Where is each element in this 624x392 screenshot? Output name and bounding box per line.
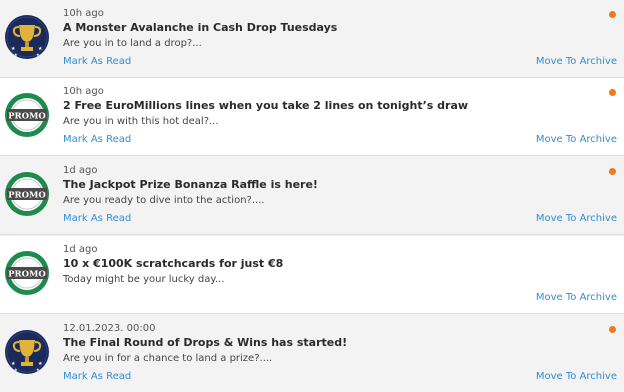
notification-title: The Final Round of Drops & Wins has star… — [63, 336, 348, 349]
notification-item[interactable]: PROMO 10h ago 2 Free EuroMillions lines … — [0, 78, 624, 156]
move-to-archive-link[interactable]: Move To Archive — [536, 56, 617, 67]
notification-item[interactable]: ★ ★ ★ ★ 12.01.2023. 00:00 The Final Roun… — [0, 315, 624, 392]
notification-time: 12.01.2023. 00:00 — [63, 323, 156, 334]
notification-item[interactable]: ★ ★ ★ ★ 10h ago A Monster Avalanche in C… — [0, 0, 624, 78]
promo-icon: PROMO — [5, 93, 49, 137]
unread-indicator — [609, 168, 616, 175]
notification-title: A Monster Avalanche in Cash Drop Tuesday… — [63, 21, 338, 34]
trophy-icon: ★ ★ ★ ★ — [5, 330, 49, 374]
notification-description: Are you in for a chance to land a prize?… — [63, 353, 273, 364]
svg-text:★: ★ — [14, 52, 18, 57]
notification-time: 10h ago — [63, 86, 104, 97]
unread-indicator — [609, 11, 616, 18]
svg-text:PROMO: PROMO — [8, 112, 46, 122]
promo-icon: PROMO — [5, 172, 49, 216]
notification-description: Are you ready to dive into the action?..… — [63, 195, 265, 206]
unread-indicator — [609, 326, 616, 333]
svg-text:PROMO: PROMO — [8, 270, 46, 280]
notification-list: ★ ★ ★ ★ 10h ago A Monster Avalanche in C… — [0, 0, 624, 392]
promo-icon: PROMO — [5, 251, 49, 295]
notification-item[interactable]: PROMO 1d ago The Jackpot Prize Bonanza R… — [0, 157, 624, 235]
trophy-icon: ★ ★ ★ ★ — [5, 15, 49, 59]
svg-text:PROMO: PROMO — [8, 191, 46, 201]
mark-as-read-link[interactable]: Mark As Read — [63, 56, 131, 67]
move-to-archive-link[interactable]: Move To Archive — [536, 371, 617, 382]
notification-description: Are you in to land a drop?... — [63, 38, 202, 49]
move-to-archive-link[interactable]: Move To Archive — [536, 292, 617, 303]
notification-title: 10 x €100K scratchcards for just €8 — [63, 257, 284, 270]
notification-title: 2 Free EuroMillions lines when you take … — [63, 99, 469, 112]
mark-as-read-link[interactable]: Mark As Read — [63, 213, 131, 224]
svg-text:★: ★ — [36, 52, 40, 57]
notification-item[interactable]: PROMO 1d ago 10 x €100K scratchcards for… — [0, 236, 624, 314]
notification-description: Today might be your lucky day... — [63, 274, 225, 285]
svg-text:★: ★ — [14, 367, 18, 372]
mark-as-read-link[interactable]: Mark As Read — [63, 134, 131, 145]
svg-text:★: ★ — [36, 367, 40, 372]
unread-indicator — [609, 89, 616, 96]
mark-as-read-link[interactable]: Mark As Read — [63, 371, 131, 382]
notification-time: 1d ago — [63, 165, 98, 176]
notification-time: 1d ago — [63, 244, 98, 255]
move-to-archive-link[interactable]: Move To Archive — [536, 213, 617, 224]
move-to-archive-link[interactable]: Move To Archive — [536, 134, 617, 145]
notification-time: 10h ago — [63, 8, 104, 19]
notification-title: The Jackpot Prize Bonanza Raffle is here… — [63, 178, 318, 191]
notification-description: Are you in with this hot deal?... — [63, 116, 219, 127]
